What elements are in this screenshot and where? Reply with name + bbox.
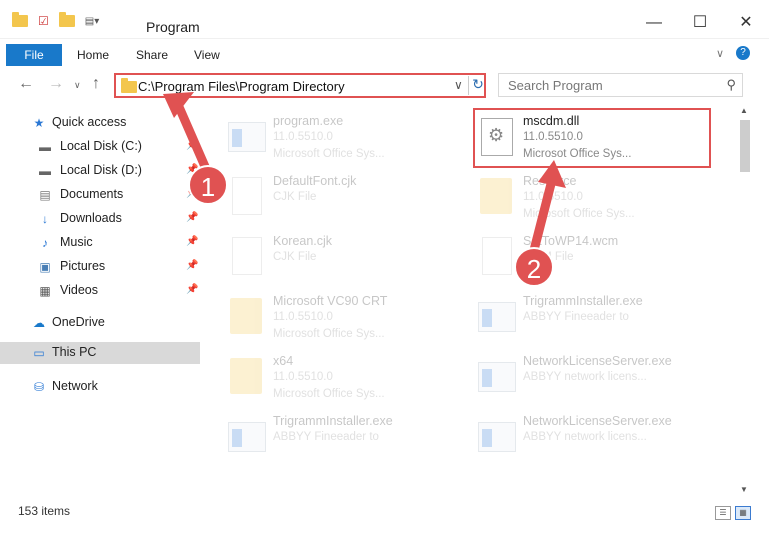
annotation-arrows	[163, 92, 566, 263]
details-view-icon[interactable]: ☰	[715, 506, 731, 520]
status-bar: 153 items ☰ ▦	[0, 498, 769, 533]
step-1-marker: 1	[188, 165, 228, 205]
step-2-marker: 2	[514, 247, 554, 287]
tiles-view-icon[interactable]: ▦	[735, 506, 751, 520]
item-count: 153 items	[18, 504, 71, 518]
arrow-head	[538, 160, 566, 188]
